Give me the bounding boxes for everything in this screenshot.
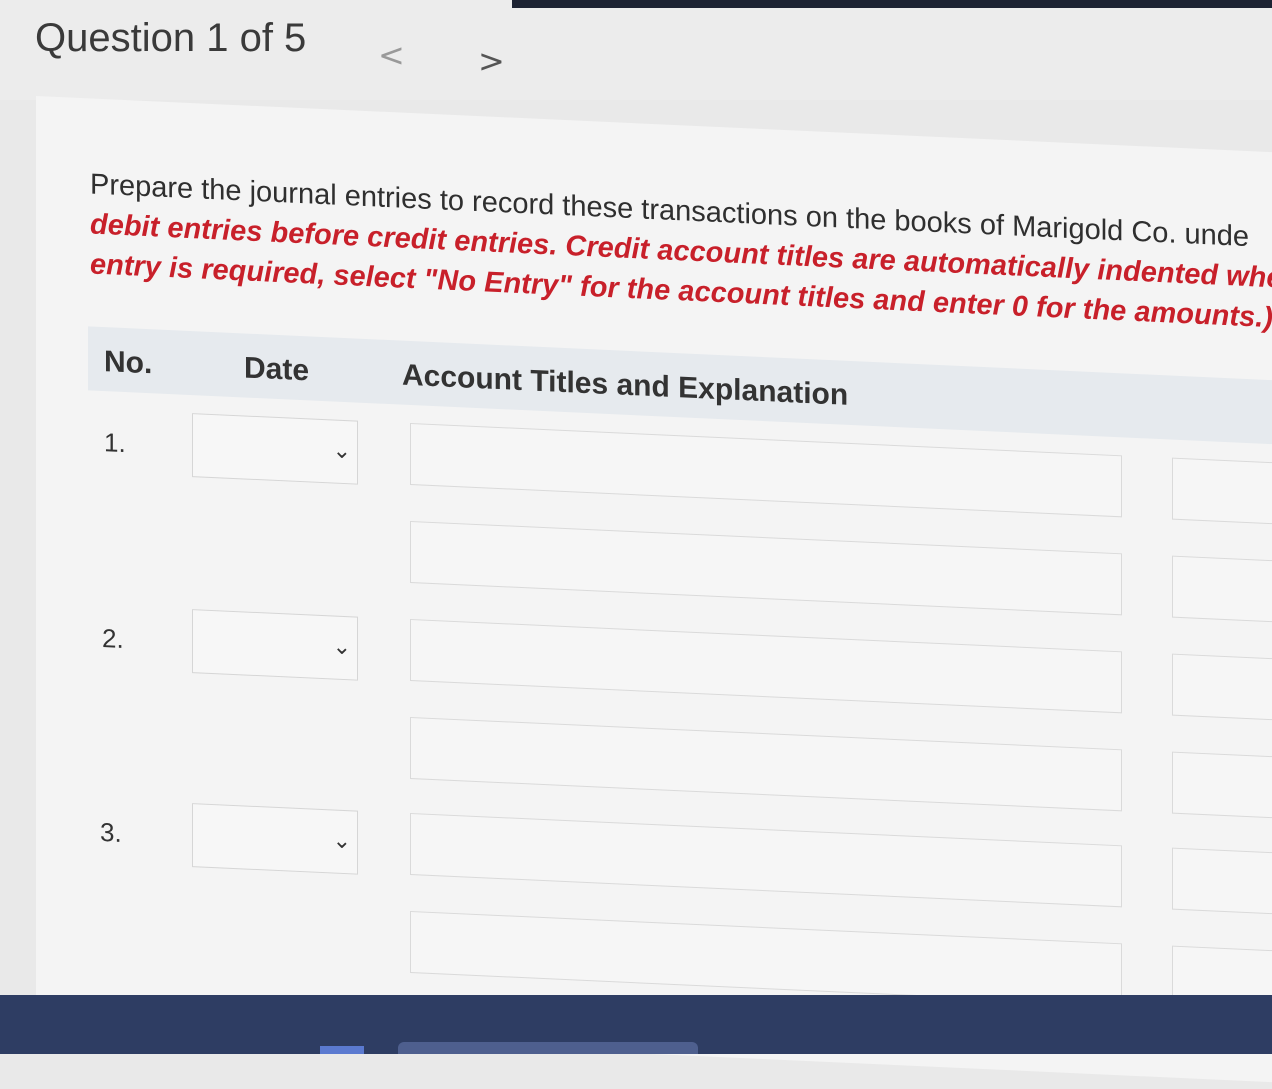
chevron-down-icon: ⌄ (332, 438, 351, 465)
row-number-3: 3. (100, 816, 122, 848)
chevron-down-icon: ⌄ (332, 828, 351, 855)
date-dropdown-2[interactable]: ⌄ (192, 609, 358, 681)
account-title-input-2b[interactable] (410, 716, 1122, 812)
next-question-button[interactable]: > (478, 42, 505, 80)
column-header-no: No. (104, 345, 153, 381)
question-content-panel: Prepare the journal entries to record th… (36, 96, 1272, 1086)
taskbar-window-tab[interactable] (398, 1042, 698, 1054)
column-header-account-titles: Account Titles and Explanation (402, 358, 849, 412)
account-title-input-3a[interactable] (410, 812, 1122, 908)
amount-input-2b[interactable] (1172, 751, 1272, 820)
date-dropdown-1[interactable]: ⌄ (192, 413, 358, 485)
window-top-strip (512, 0, 1272, 8)
row-number-2: 2. (102, 622, 124, 654)
amount-input-3a[interactable] (1172, 847, 1272, 916)
amount-input-2a[interactable] (1172, 653, 1272, 722)
previous-question-button[interactable]: < (378, 36, 405, 74)
account-title-input-2a[interactable] (410, 618, 1122, 714)
taskbar-app-icon[interactable] (320, 1046, 364, 1054)
amount-input-1a[interactable] (1172, 457, 1272, 526)
account-title-input-3b[interactable] (410, 910, 1122, 1006)
amount-input-1b[interactable] (1172, 555, 1272, 624)
question-instructions: Prepare the journal entries to record th… (90, 164, 1272, 338)
column-header-date: Date (244, 351, 310, 388)
account-title-input-1a[interactable] (410, 422, 1122, 518)
question-counter: Question 1 of 5 (35, 16, 307, 60)
date-dropdown-3[interactable]: ⌄ (192, 803, 358, 875)
row-number-1: 1. (104, 427, 126, 459)
chevron-down-icon: ⌄ (332, 634, 351, 661)
account-title-input-1b[interactable] (410, 520, 1122, 616)
